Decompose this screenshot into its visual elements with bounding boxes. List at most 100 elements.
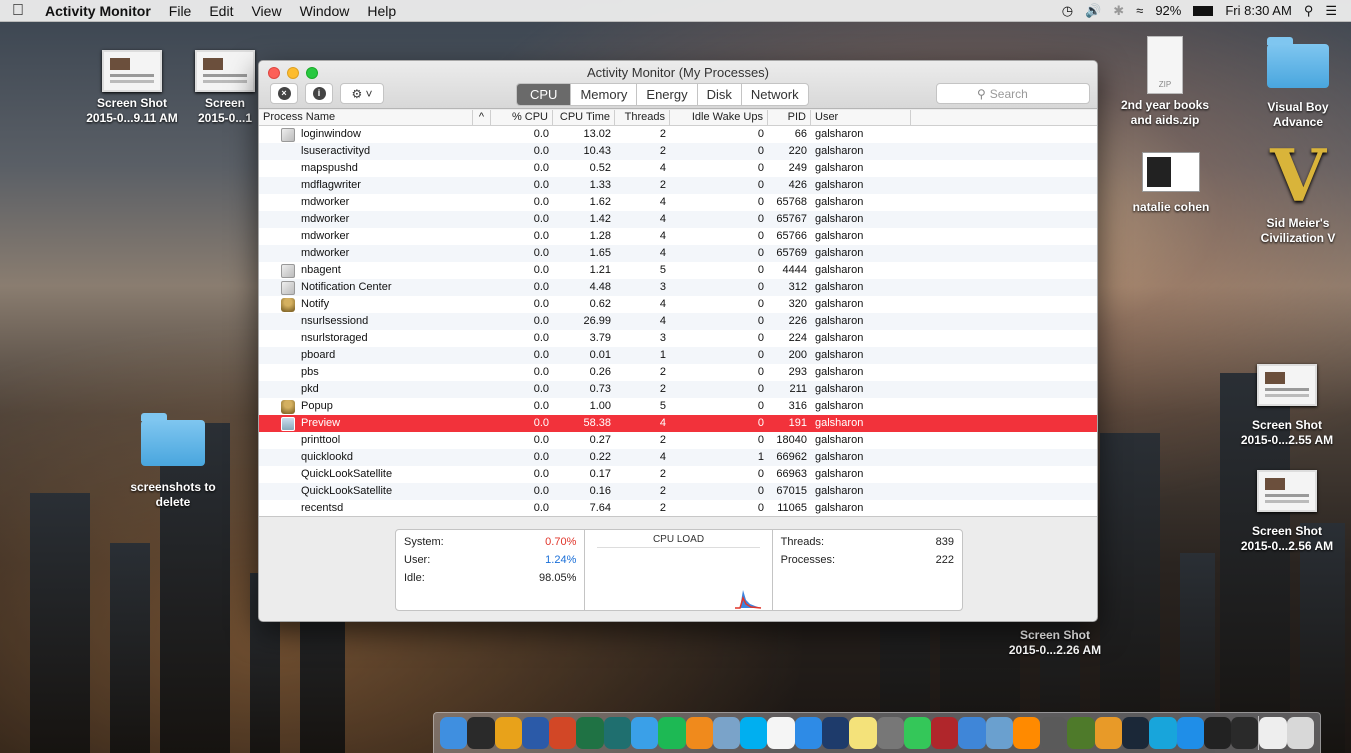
tab-disk[interactable]: Disk (696, 84, 741, 105)
menu-window[interactable]: Window (291, 3, 359, 19)
table-row[interactable]: loginwindow 0.0 13.02 2 0 66 galsharon (259, 126, 1097, 143)
inspect-process-button[interactable]: i (305, 83, 333, 104)
dock-app2-icon[interactable] (1176, 717, 1204, 749)
desktop-icon-visual-boy-advance[interactable]: Visual Boy Advance (1243, 37, 1351, 130)
desktop-icon-screenshot-5[interactable]: Screen Shot 2015-0...2.26 AM (1000, 628, 1110, 658)
battery-percent[interactable]: 92% (1155, 3, 1181, 18)
dock-spotify-icon[interactable] (658, 717, 686, 749)
table-row[interactable]: lsuseractivityd 0.0 10.43 2 0 220 galsharon (259, 143, 1097, 160)
table-row[interactable]: quicklookd 0.0 0.22 4 1 66962 galsharon (259, 449, 1097, 466)
dock-chrome-icon[interactable] (494, 717, 522, 749)
desktop-icon-screenshot-2[interactable]: Screen 2015-0...1 (185, 50, 265, 126)
column-cpu-time[interactable]: CPU Time (553, 110, 615, 125)
dock-facetime-icon[interactable] (903, 717, 932, 749)
table-row[interactable]: recentsd 0.0 7.64 2 0 11065 galsharon (259, 500, 1097, 516)
table-row[interactable]: mdworker 0.0 1.62 4 0 65768 galsharon (259, 194, 1097, 211)
dock-document-icon[interactable] (1259, 717, 1287, 749)
action-menu-button[interactable]: ⚙ ˅ (340, 83, 384, 104)
dock-app1-icon[interactable] (1149, 717, 1177, 749)
desktop-icon-screenshots-folder[interactable]: screenshots to delete (118, 413, 228, 510)
user-cell: galsharon (815, 162, 864, 174)
time-machine-icon[interactable]: ◷ (1062, 3, 1073, 19)
desktop-icon-civilization-v[interactable]: V Sid Meier's Civilization V (1243, 140, 1351, 246)
dock-word-icon[interactable] (521, 717, 550, 749)
desktop-icon-screenshot-1[interactable]: Screen Shot 2015-0...9.11 AM (77, 50, 187, 126)
search-input[interactable]: ⚲ Search (936, 83, 1090, 104)
table-row[interactable]: pboard 0.0 0.01 1 0 200 galsharon (259, 347, 1097, 364)
bluetooth-icon[interactable]: ✱ (1113, 3, 1124, 19)
dock-app-store-icon[interactable] (958, 717, 986, 749)
table-row[interactable]: printtool 0.0 0.27 2 0 18040 galsharon (259, 432, 1097, 449)
battery-icon[interactable] (1193, 5, 1214, 16)
table-row[interactable]: Popup 0.0 1.00 5 0 316 galsharon (259, 398, 1097, 415)
wifi-icon[interactable]: ≈ (1136, 3, 1143, 18)
tab-memory[interactable]: Memory (570, 84, 636, 105)
desktop-icon-zip[interactable]: ZIP 2nd year books and aids.zip (1110, 36, 1220, 128)
dock-skype-icon[interactable] (740, 717, 768, 749)
dock-preview-icon[interactable] (712, 717, 741, 749)
table-row[interactable]: Preview 0.0 58.38 4 0 191 galsharon (259, 415, 1097, 432)
dock-system-prefs-icon[interactable] (876, 717, 904, 749)
dock-launchpad-icon[interactable] (1040, 717, 1068, 749)
table-row[interactable]: mdworker 0.0 1.28 4 0 65766 galsharon (259, 228, 1097, 245)
menu-edit[interactable]: Edit (200, 3, 242, 19)
column-pid[interactable]: PID (768, 110, 811, 125)
column-user[interactable]: User (811, 110, 911, 125)
dock-trash-icon[interactable] (1286, 717, 1314, 749)
dock-calendar-icon[interactable] (767, 717, 795, 749)
dock-powerpoint-icon[interactable] (549, 717, 577, 749)
column-threads[interactable]: Threads (615, 110, 670, 125)
dock-vox-icon[interactable] (1012, 717, 1041, 749)
dock-quark-icon[interactable] (603, 717, 631, 749)
dock-league-icon[interactable] (821, 717, 850, 749)
table-row[interactable]: QuickLookSatellite 0.0 0.16 2 0 67015 galsharo… (259, 483, 1097, 500)
table-row[interactable]: mdworker 0.0 1.65 4 0 65769 galsharon (259, 245, 1097, 262)
tab-cpu[interactable]: CPU (517, 84, 571, 105)
column-process-name[interactable]: Process Name (259, 110, 473, 125)
clock[interactable]: Fri 8:30 AM (1225, 3, 1291, 18)
volume-icon[interactable]: 🔊 (1085, 3, 1101, 19)
desktop-icon-natalie-cohen[interactable]: natalie cohen (1116, 152, 1226, 215)
tab-network[interactable]: Network (740, 84, 808, 105)
desktop-icon-screenshot-4[interactable]: Screen Shot 2015-0...2.56 AM (1232, 470, 1342, 554)
column-cpu-percent[interactable]: % CPU (491, 110, 553, 125)
menu-help[interactable]: Help (358, 3, 405, 19)
dock-dashboard-icon[interactable] (467, 717, 495, 749)
notification-center-icon[interactable]: ☰ (1325, 3, 1337, 19)
dock-preview2-icon[interactable] (985, 717, 1013, 749)
dock-itunes-icon[interactable] (630, 717, 659, 749)
cpu-percent-cell: 0.0 (533, 332, 549, 344)
column-idle-wake-ups[interactable]: Idle Wake Ups (670, 110, 768, 125)
dock-notes-icon[interactable] (849, 717, 877, 749)
dock-airplay-icon[interactable] (1203, 717, 1232, 749)
table-row[interactable]: mapspushd 0.0 0.52 4 0 249 galsharon (259, 160, 1097, 177)
table-row[interactable]: QuickLookSatellite 0.0 0.17 2 0 66963 galsharo… (259, 466, 1097, 483)
apple-icon[interactable]:  (0, 2, 36, 20)
menu-file[interactable]: File (160, 3, 201, 19)
menu-view[interactable]: View (242, 3, 290, 19)
dock-steam-icon[interactable] (1122, 717, 1150, 749)
dock-excel-icon[interactable] (576, 717, 604, 749)
dock-minecraft-icon[interactable] (1067, 717, 1095, 749)
table-row[interactable]: nbagent 0.0 1.21 5 0 4444 galsharon (259, 262, 1097, 279)
dock-vlc-icon[interactable] (685, 717, 713, 749)
table-row[interactable]: mdworker 0.0 1.42 4 0 65767 galsharon (259, 211, 1097, 228)
menu-app-name[interactable]: Activity Monitor (36, 3, 160, 19)
spotlight-icon[interactable]: ⚲ (1304, 3, 1314, 19)
tab-energy[interactable]: Energy (636, 84, 696, 105)
dock-overwatch-icon[interactable] (1094, 717, 1123, 749)
table-row[interactable]: nsurlstoraged 0.0 3.79 3 0 224 galsharon (259, 330, 1097, 347)
table-row[interactable]: nsurlsessiond 0.0 26.99 4 0 226 galsharon (259, 313, 1097, 330)
cpu-percent-cell: 0.0 (533, 230, 549, 242)
dock-finder-icon[interactable] (440, 717, 468, 749)
table-row[interactable]: pbs 0.0 0.26 2 0 293 galsharon (259, 364, 1097, 381)
dock-activity-monitor-icon[interactable] (1231, 717, 1259, 749)
dock-photo-booth-icon[interactable] (931, 717, 959, 749)
table-row[interactable]: pkd 0.0 0.73 2 0 211 galsharon (259, 381, 1097, 398)
quit-process-button[interactable]: × (270, 83, 298, 104)
table-row[interactable]: Notify 0.0 0.62 4 0 320 galsharon (259, 296, 1097, 313)
table-row[interactable]: mdflagwriter 0.0 1.33 2 0 426 galsharon (259, 177, 1097, 194)
table-row[interactable]: Notification Center 0.0 4.48 3 0 312 galsharon (259, 279, 1097, 296)
desktop-icon-screenshot-3[interactable]: Screen Shot 2015-0...2.55 AM (1232, 364, 1342, 448)
dock-safari-icon[interactable] (794, 717, 822, 749)
